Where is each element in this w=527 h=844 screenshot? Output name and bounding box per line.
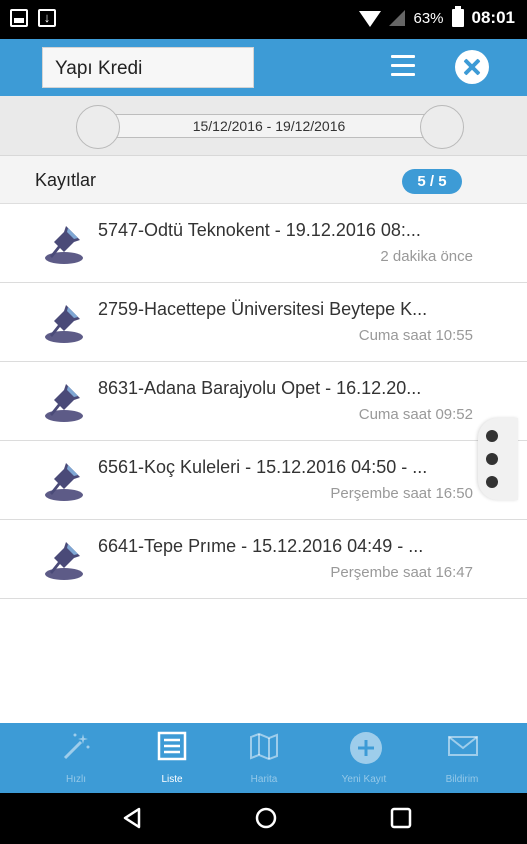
records-list: 5747-Odtü Teknokent - 19.12.2016 08:... … bbox=[0, 204, 527, 599]
magic-wand-icon bbox=[63, 733, 90, 760]
item-time: Cuma saat 10:55 bbox=[358, 327, 473, 344]
pushpin-icon bbox=[45, 463, 83, 501]
item-title: 2759-Hacettepe Üniversitesi Beytepe K... bbox=[98, 299, 428, 319]
home-icon[interactable] bbox=[254, 806, 278, 830]
records-header: Kayıtlar 5 / 5 bbox=[0, 156, 527, 204]
map-icon bbox=[250, 732, 278, 761]
date-range-label: 15/12/2016 - 19/12/2016 bbox=[98, 114, 440, 138]
item-title: 8631-Adana Barajyolu Opet - 16.12.20... bbox=[98, 378, 422, 398]
count-badge: 5 / 5 bbox=[402, 169, 462, 194]
list-item[interactable]: 8631-Adana Barajyolu Opet - 16.12.20... … bbox=[0, 362, 527, 441]
list-icon bbox=[157, 731, 187, 761]
more-options-handle[interactable] bbox=[478, 418, 518, 500]
pushpin-icon bbox=[45, 305, 83, 343]
wifi-icon bbox=[359, 11, 382, 27]
status-bar: ↓ 63% 08:01 bbox=[0, 0, 527, 39]
battery-icon bbox=[451, 6, 464, 27]
recents-icon[interactable] bbox=[389, 806, 413, 830]
tab-label: Hızlı bbox=[66, 774, 86, 785]
clock: 08:01 bbox=[471, 8, 515, 27]
signal-icon bbox=[389, 10, 406, 26]
list-item[interactable]: 6641-Tepe Prıme - 15.12.2016 04:49 - ...… bbox=[0, 520, 527, 599]
tab-bildirim[interactable]: Bildirim bbox=[414, 723, 510, 793]
tab-label: Liste bbox=[161, 774, 183, 785]
item-title: 6561-Koç Kuleleri - 15.12.2016 04:50 - .… bbox=[98, 457, 428, 477]
tab-label: Harita bbox=[250, 774, 278, 785]
item-title: 5747-Odtü Teknokent - 19.12.2016 08:... bbox=[98, 220, 421, 240]
download-icon: ↓ bbox=[38, 9, 56, 27]
search-input[interactable]: Yapı Kredi bbox=[42, 47, 254, 88]
menu-icon[interactable] bbox=[391, 55, 415, 77]
tab-liste[interactable]: Liste bbox=[124, 723, 220, 793]
item-time: Cuma saat 09:52 bbox=[358, 406, 473, 423]
item-time: Perşembe saat 16:50 bbox=[330, 485, 473, 502]
item-title: 6641-Tepe Prıme - 15.12.2016 04:49 - ... bbox=[98, 536, 424, 556]
list-item[interactable]: 2759-Hacettepe Üniversitesi Beytepe K...… bbox=[0, 283, 527, 362]
date-range-slider: 15/12/2016 - 19/12/2016 bbox=[0, 96, 527, 156]
plus-circle-icon bbox=[350, 732, 382, 764]
bottom-tab-bar: Hızlı Liste Harita Yeni Kayıt Bildirim bbox=[0, 720, 527, 793]
tab-yeni-kayit[interactable]: Yeni Kayıt bbox=[316, 723, 412, 793]
item-time: 2 dakika önce bbox=[380, 248, 473, 265]
image-icon bbox=[10, 9, 28, 27]
range-start-handle[interactable] bbox=[76, 105, 120, 149]
battery-percent: 63% bbox=[413, 9, 444, 27]
system-nav-bar bbox=[0, 793, 527, 844]
close-icon[interactable] bbox=[455, 50, 489, 84]
tab-label: Bildirim bbox=[445, 774, 479, 785]
back-icon[interactable] bbox=[120, 806, 144, 830]
tab-label: Yeni Kayıt bbox=[341, 774, 387, 785]
tab-hizli[interactable]: Hızlı bbox=[28, 723, 124, 793]
tab-harita[interactable]: Harita bbox=[216, 723, 312, 793]
list-item[interactable]: 5747-Odtü Teknokent - 19.12.2016 08:... … bbox=[0, 204, 527, 283]
pushpin-icon bbox=[45, 226, 83, 264]
pushpin-icon bbox=[45, 542, 83, 580]
list-item[interactable]: 6561-Koç Kuleleri - 15.12.2016 04:50 - .… bbox=[0, 441, 527, 520]
item-time: Perşembe saat 16:47 bbox=[330, 564, 473, 581]
range-end-handle[interactable] bbox=[420, 105, 464, 149]
records-title: Kayıtlar bbox=[35, 170, 97, 190]
mail-icon bbox=[448, 736, 478, 756]
pushpin-icon bbox=[45, 384, 83, 422]
app-header: Yapı Kredi bbox=[0, 39, 527, 96]
